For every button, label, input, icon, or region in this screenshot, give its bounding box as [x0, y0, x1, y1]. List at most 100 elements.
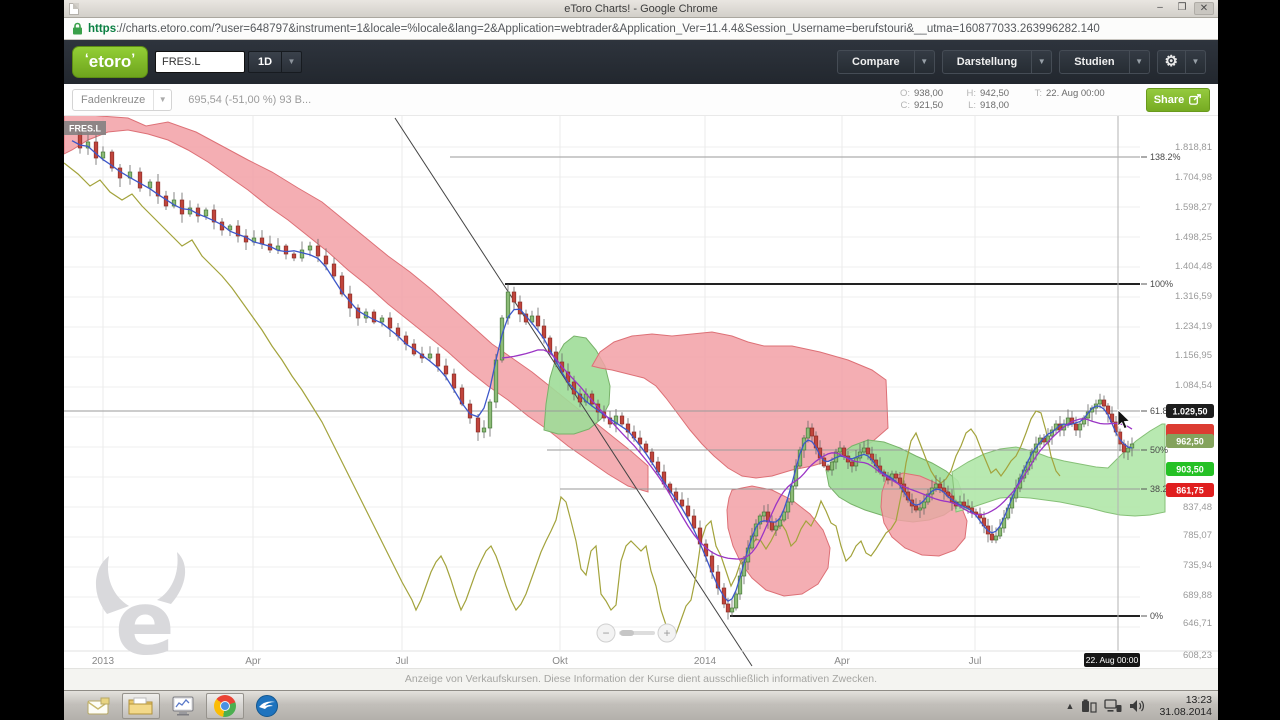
compare-button[interactable]: Compare — [837, 50, 915, 74]
compare-caret-icon[interactable]: ▼ — [915, 50, 935, 74]
close-button[interactable]: ✕ — [1194, 2, 1214, 15]
candle-body — [830, 462, 834, 470]
candle-body — [826, 466, 830, 470]
time-badge-label: 22. Aug 00:00 — [1086, 655, 1139, 665]
disclaimer-text: Anzeige von Verkaufskursen. Diese Inform… — [64, 668, 1218, 690]
clock-time: 13:23 — [1159, 694, 1212, 706]
settings-caret-icon[interactable]: ▼ — [1186, 50, 1206, 74]
zoom-slider-handle[interactable] — [620, 630, 634, 636]
settings-gear-icon[interactable]: ⚙ — [1157, 50, 1186, 74]
clock-date: 31.08.2014 — [1159, 706, 1212, 718]
url-text[interactable]: https://charts.etoro.com/?user=648797&in… — [88, 23, 1100, 35]
candle-body — [180, 200, 184, 214]
candle-body — [536, 316, 540, 326]
candle-body — [778, 520, 782, 526]
candle-body — [938, 484, 942, 488]
candle-body — [838, 448, 842, 452]
candle-body — [990, 534, 994, 540]
tray-expand-icon[interactable]: ▲ — [1066, 701, 1075, 711]
candle-body — [444, 366, 448, 374]
timeframe-button[interactable]: 1D — [248, 51, 282, 73]
candle-body — [518, 302, 522, 314]
x-axis-label: Apr — [245, 656, 261, 667]
candle-body — [898, 478, 902, 484]
captured-screen: eToro Charts! - Google Chrome – ❐ ✕ http… — [64, 0, 1218, 720]
y-axis-label: 1.156,95 — [1175, 350, 1212, 361]
candle-body — [148, 182, 152, 188]
ohlc-open-label: O: — [896, 88, 910, 99]
candle-body — [1126, 448, 1130, 452]
system-monitor-icon[interactable] — [164, 693, 202, 719]
candle-body — [962, 502, 966, 506]
x-axis-label: Jul — [969, 656, 982, 667]
window-title: eToro Charts! - Google Chrome — [64, 3, 1218, 15]
ichimoku-cloud — [952, 424, 1165, 516]
browser-titlebar[interactable]: eToro Charts! - Google Chrome – ❐ ✕ — [64, 0, 1218, 18]
speaker-icon[interactable] — [1129, 699, 1146, 713]
timeframe-caret-icon[interactable]: ▼ — [282, 51, 302, 73]
candle-body — [316, 246, 320, 256]
ohlc-high-value: 942,50 — [980, 88, 1024, 99]
system-tray: ▲ 13:23 31.08.2014 — [1066, 691, 1218, 720]
network-icon[interactable] — [1104, 699, 1122, 713]
y-axis-label: 837,48 — [1183, 502, 1212, 513]
candle-body — [770, 522, 774, 530]
ohlc-low-value: 918,00 — [980, 100, 1024, 111]
chart-toolbar: Fadenkreuze ▼ 695,54 (-51,00 %) 93 B... … — [64, 84, 1218, 116]
candle-body — [468, 404, 472, 418]
candle-body — [204, 210, 208, 216]
url-bar[interactable]: https://charts.etoro.com/?user=648797&in… — [64, 18, 1218, 40]
symbol-input[interactable]: FRES.L — [155, 51, 245, 73]
maximize-button[interactable]: ❐ — [1172, 2, 1192, 15]
chrome-icon[interactable] — [206, 693, 244, 719]
openoffice-icon[interactable] — [248, 693, 286, 719]
etoro-logo: ‘etoro’ — [72, 46, 148, 78]
studien-button[interactable]: Studien — [1059, 50, 1129, 74]
ichimoku-cloud — [544, 336, 610, 434]
chart-canvas[interactable]: 1.818,811.704,981.598,271.498,251.404,48… — [64, 116, 1218, 668]
price-chart[interactable]: 1.818,811.704,981.598,271.498,251.404,48… — [64, 116, 1218, 668]
candle-body — [308, 246, 312, 250]
candle-body — [922, 502, 926, 508]
ohlc-readout: O: 938,00 H: 942,50 T: 22. Aug 00:00 C: … — [896, 88, 1132, 112]
candle-body — [680, 500, 684, 506]
ohlc-time-value: 22. Aug 00:00 — [1046, 88, 1132, 99]
x-axis-label: 2013 — [92, 656, 115, 667]
battery-icon[interactable] — [1081, 699, 1097, 713]
candle-body — [324, 256, 328, 264]
x-axis-label: Jul — [396, 656, 409, 667]
candle-body — [762, 512, 766, 516]
price-badge-label: 1.029,50 — [1172, 407, 1207, 417]
candle-body — [1078, 424, 1082, 430]
folder-icon[interactable] — [122, 693, 160, 719]
ohlc-close-value: 921,50 — [914, 100, 958, 111]
svg-text:e: e — [115, 572, 175, 668]
os-taskbar: ▲ 13:23 31.08.2014 — [64, 690, 1218, 720]
candle-body — [1098, 400, 1102, 404]
taskbar-clock[interactable]: 13:23 31.08.2014 — [1153, 694, 1212, 718]
candle-body — [686, 506, 690, 516]
etoro-toolbar: ‘etoro’ FRES.L 1D ▼ Compare ▼ Darstellun… — [64, 40, 1218, 84]
share-button[interactable]: Share — [1146, 88, 1210, 112]
candle-body — [284, 246, 288, 254]
https-lock-icon — [72, 22, 83, 35]
studien-caret-icon[interactable]: ▼ — [1130, 50, 1150, 74]
candle-body — [850, 462, 854, 466]
ohlc-high-label: H: — [962, 88, 976, 99]
darstellung-button[interactable]: Darstellung — [942, 50, 1033, 74]
x-axis-label: 2014 — [694, 656, 717, 667]
candle-body — [1074, 424, 1078, 430]
candle-body — [300, 250, 304, 258]
mail-icon[interactable] — [80, 693, 118, 719]
minimize-button[interactable]: – — [1150, 2, 1170, 15]
candle-body — [138, 172, 142, 188]
price-badge-label: 861,75 — [1176, 486, 1204, 496]
y-axis-label: 689,88 — [1183, 590, 1212, 601]
candle-body — [692, 516, 696, 528]
candle-body — [998, 528, 1002, 536]
candle-body — [734, 594, 738, 608]
darstellung-caret-icon[interactable]: ▼ — [1032, 50, 1052, 74]
candle-body — [380, 318, 384, 322]
candle-body — [726, 604, 730, 612]
crosshair-dropdown[interactable]: Fadenkreuze ▼ — [72, 89, 172, 111]
